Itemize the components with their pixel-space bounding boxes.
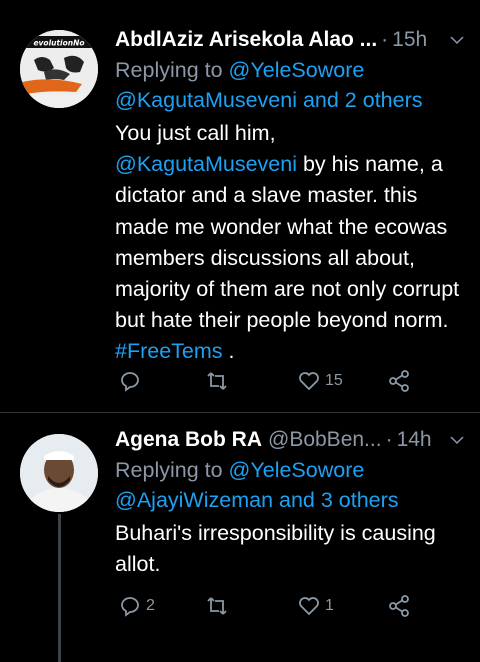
mention-link[interactable]: @KagutaMuseveni [115, 152, 297, 176]
avatar-logo-icon: evolutionNo [20, 30, 98, 108]
author-name[interactable]: Agena Bob RA [115, 428, 262, 452]
thread-line [58, 514, 61, 662]
tweet-text: You just call him, @KagutaMuseveni by hi… [115, 118, 466, 368]
svg-text:evolutionNo: evolutionNo [33, 39, 84, 48]
tweet-header: AbdlAziz Arisekola Alao ... · 15h [115, 25, 466, 55]
timestamp[interactable]: 15h [392, 28, 427, 52]
retweet-button[interactable] [205, 369, 233, 393]
like-count: 1 [325, 597, 334, 614]
tweet-1[interactable]: evolutionNo AbdlAziz Arisekola Alao ... … [0, 0, 480, 412]
reply-button[interactable]: 2 [118, 594, 155, 618]
chevron-down-icon[interactable] [448, 431, 466, 449]
tweet-text-part: by his name, a [296, 152, 443, 177]
mention-link[interactable]: @YeleSowore [229, 458, 365, 482]
share-button[interactable] [387, 594, 411, 618]
like-icon [299, 597, 319, 616]
share-icon [389, 370, 409, 392]
reply-count: 2 [146, 597, 155, 614]
timestamp[interactable]: 14h [397, 428, 432, 452]
author-name[interactable]: AbdlAziz Arisekola Alao ... [115, 28, 377, 52]
tweet-actions: 2 1 [115, 594, 415, 622]
replying-others-link[interactable]: @KagutaMuseveni and 2 others [115, 88, 423, 112]
author-handle[interactable]: @BobBen... [268, 428, 382, 452]
tweet-text-part: . [222, 339, 235, 364]
reply-button[interactable] [118, 369, 146, 393]
avatar[interactable] [20, 434, 98, 512]
replying-to: Replying to @YeleSowore @AjayiWizeman an… [115, 455, 466, 515]
tweet-text: Buhari's irresponsibility is causing all… [115, 521, 436, 577]
retweet-icon [207, 372, 227, 390]
chevron-down-icon[interactable] [448, 31, 466, 49]
tweet-text-part: dictator and a slave master. this made m… [115, 183, 460, 333]
tweet-actions: 15 [115, 369, 415, 397]
replying-to: Replying to @YeleSowore @KagutaMuseveni … [115, 55, 466, 115]
share-icon [389, 595, 409, 617]
replying-prefix: Replying to [115, 58, 229, 82]
reply-icon [121, 597, 139, 617]
retweet-icon [207, 597, 227, 615]
avatar-photo-icon [20, 434, 98, 512]
retweet-button[interactable] [205, 594, 233, 618]
mention-link[interactable]: @YeleSowore [229, 58, 365, 82]
like-count: 15 [325, 372, 343, 389]
replying-others-link[interactable]: @AjayiWizeman and 3 others [115, 488, 399, 512]
share-button[interactable] [387, 369, 411, 393]
like-button[interactable]: 1 [297, 594, 334, 618]
avatar[interactable]: evolutionNo [20, 30, 98, 108]
like-icon [299, 372, 319, 391]
tweet-text-part: You just call him, [115, 121, 276, 145]
hashtag-link[interactable]: #FreeTems [115, 339, 223, 363]
reply-icon [121, 372, 139, 392]
like-button[interactable]: 15 [297, 369, 343, 393]
tweet-header: Agena Bob RA @BobBen... · 14h [115, 425, 466, 455]
replying-prefix: Replying to [115, 458, 229, 482]
separator-dot: · [385, 428, 393, 451]
tweet-2[interactable]: Agena Bob RA @BobBen... · 14h Replying t… [0, 413, 480, 662]
separator-dot: · [381, 28, 389, 51]
